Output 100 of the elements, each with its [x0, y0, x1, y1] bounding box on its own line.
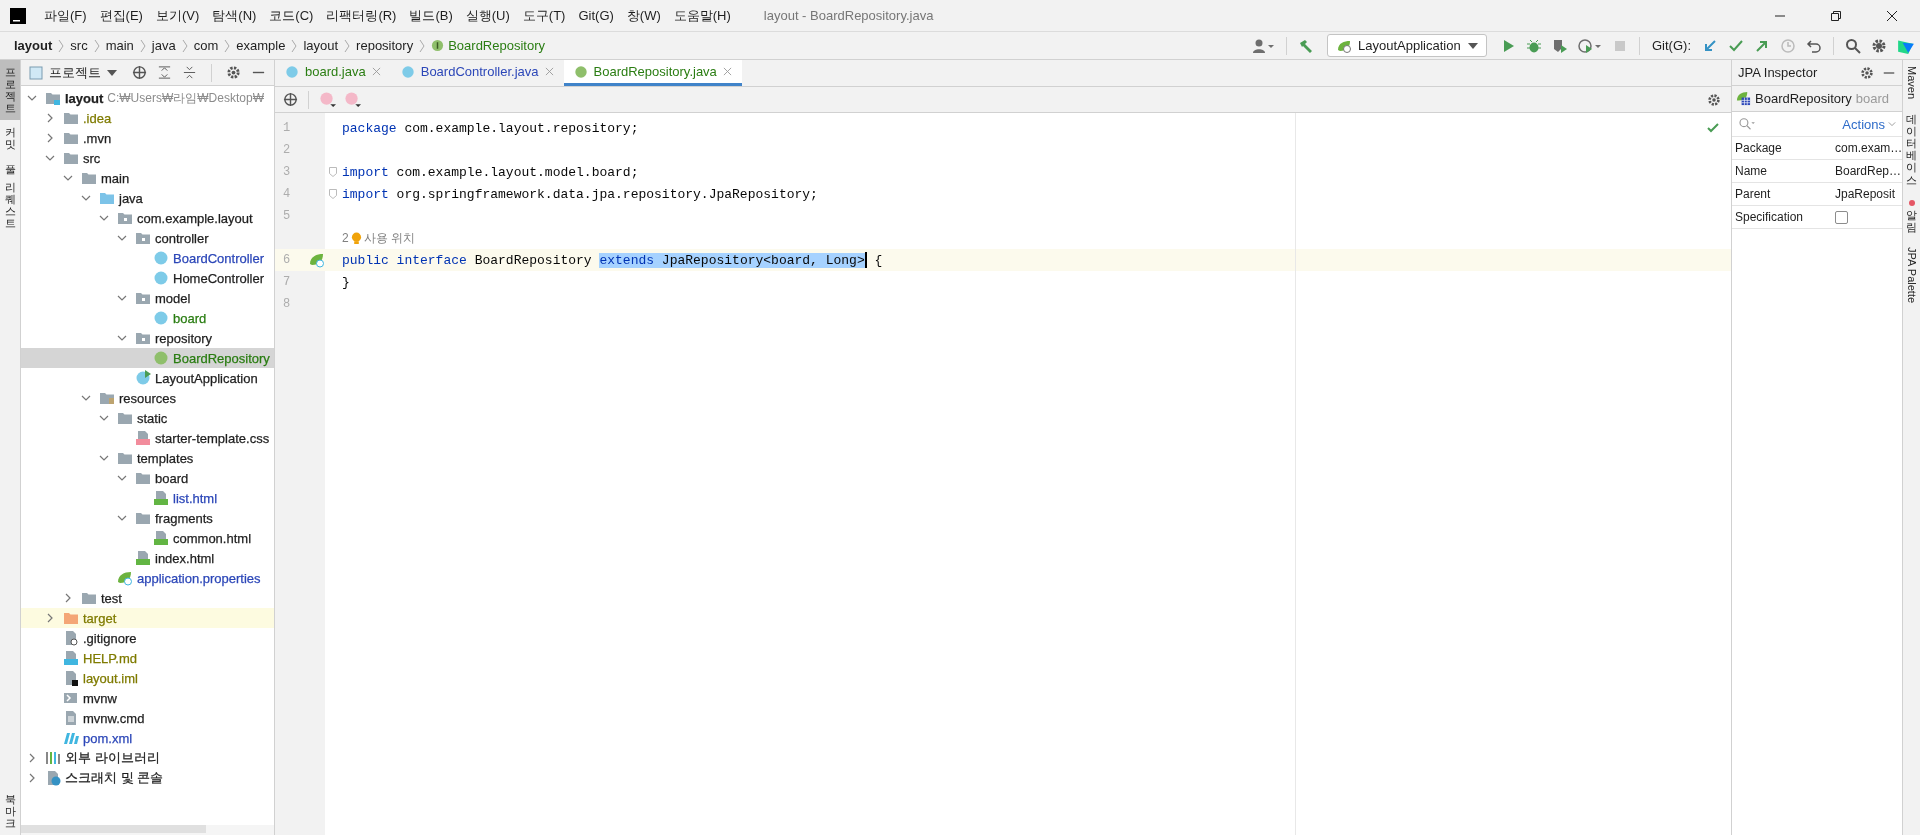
menu-item[interactable]: 창(W)	[626, 6, 661, 25]
chevron-down-icon[interactable]	[117, 513, 127, 523]
query-filter-icon[interactable]	[344, 91, 361, 108]
tool-window-button[interactable]: JPA Palette	[1905, 246, 1918, 303]
tree-item[interactable]: pom.xml	[21, 728, 274, 748]
tree-item[interactable]: static	[21, 408, 274, 428]
tree-item[interactable]: board	[21, 308, 274, 328]
tree-item[interactable]: java	[21, 188, 274, 208]
menu-item[interactable]: 보기(V)	[155, 6, 200, 25]
tree-item[interactable]: .gitignore	[21, 628, 274, 648]
editor-tab[interactable]: BoardController.java	[390, 60, 564, 86]
tree-item[interactable]: templates	[21, 448, 274, 468]
tree-item[interactable]: layout C:₩Users₩라임₩Desktop₩	[21, 88, 274, 108]
chevron-down-icon[interactable]	[117, 333, 127, 343]
breadcrumb-item[interactable]: layout	[10, 38, 57, 53]
tree-item[interactable]: .mvn	[21, 128, 274, 148]
menu-item[interactable]: 빌드(B)	[409, 6, 453, 25]
tool-window-button[interactable]: 북마크	[0, 786, 20, 835]
tree-item[interactable]: target	[21, 608, 274, 628]
settings-icon[interactable]	[1860, 65, 1874, 80]
tree-item[interactable]: HELP.md	[21, 648, 274, 668]
menu-item[interactable]: Git(G)	[578, 8, 614, 23]
panel-title[interactable]: 프로젝트	[49, 63, 101, 82]
chevron-down-icon[interactable]	[117, 293, 127, 303]
tree-item[interactable]: BoardRepository	[21, 348, 274, 368]
method-filter-icon[interactable]	[319, 91, 336, 108]
caret-icon[interactable]	[107, 69, 117, 76]
locate-icon[interactable]	[283, 92, 298, 107]
fold-marker-icon[interactable]	[329, 167, 337, 177]
tool-window-button[interactable]: 커밋	[0, 120, 20, 157]
locate-icon[interactable]	[132, 65, 147, 80]
collapse-all-icon[interactable]	[182, 65, 197, 80]
bug-icon[interactable]	[1526, 37, 1542, 54]
tree-item[interactable]: com.example.layout	[21, 208, 274, 228]
tree-item[interactable]: resources	[21, 388, 274, 408]
tool-window-button[interactable]: Maven	[1905, 66, 1918, 100]
settings-icon[interactable]	[1707, 92, 1721, 107]
close-icon[interactable]	[1886, 9, 1898, 22]
scrollbar-thumb[interactable]	[21, 825, 206, 833]
undo-icon[interactable]	[1806, 37, 1822, 54]
tree-item[interactable]: BoardController	[21, 248, 274, 268]
usage-count[interactable]: 2	[342, 231, 349, 245]
breadcrumb-item[interactable]: repository	[352, 38, 418, 53]
tree-item[interactable]: layout.iml	[21, 668, 274, 688]
tree-item[interactable]: 외부 라이브러리	[21, 748, 274, 768]
tree-item[interactable]: list.html	[21, 488, 274, 508]
checkbox[interactable]	[1835, 210, 1848, 224]
menu-item[interactable]: 도움말(H)	[673, 6, 731, 25]
update-arrow-icon[interactable]	[1702, 37, 1718, 54]
breadcrumb-item[interactable]: main	[101, 38, 138, 53]
editor-tab[interactable]: BoardRepository.java	[563, 60, 742, 86]
run-configuration-dropdown[interactable]: LayoutApplication	[1327, 34, 1487, 57]
fold-marker-icon[interactable]	[329, 189, 337, 199]
tree-item[interactable]: repository	[21, 328, 274, 348]
breadcrumb-item[interactable]: java	[147, 38, 180, 53]
tree-item[interactable]: fragments	[21, 508, 274, 528]
tree-item[interactable]: board	[21, 468, 274, 488]
tree-item[interactable]: common.html	[21, 528, 274, 548]
tree-item[interactable]: mvnw.cmd	[21, 708, 274, 728]
tree-item[interactable]: LayoutApplication	[21, 368, 274, 388]
user-icon[interactable]	[1253, 37, 1275, 54]
settings-icon[interactable]	[226, 65, 241, 80]
restore-icon[interactable]	[1830, 9, 1842, 22]
tool-window-button[interactable]: 풀 리퀘스트	[0, 156, 20, 236]
tree-item[interactable]: src	[21, 148, 274, 168]
menu-item[interactable]: 파일(F)	[44, 6, 87, 25]
menu-item[interactable]: 탐색(N)	[212, 6, 257, 25]
actions-link[interactable]: Actions	[1842, 116, 1885, 132]
menu-item[interactable]: 코드(C)	[269, 6, 314, 25]
tree-item[interactable]: 스크래치 및 콘솔	[21, 768, 274, 788]
expand-all-icon[interactable]	[157, 65, 172, 80]
breadcrumb-item[interactable]: example	[232, 38, 290, 53]
tool-window-button[interactable]: 프로젝트	[0, 60, 20, 121]
chevron-down-icon[interactable]	[27, 93, 37, 103]
breadcrumb-item[interactable]: BoardRepository	[427, 38, 549, 53]
menu-item[interactable]: 편집(E)	[99, 6, 143, 25]
tree-item[interactable]: starter-template.css	[21, 428, 274, 448]
usage-hint[interactable]: 사용 위치	[363, 229, 416, 247]
menu-item[interactable]: 실행(U)	[465, 6, 510, 25]
leaf-icon[interactable]	[309, 252, 325, 268]
editor-tab[interactable]: board.java	[275, 60, 391, 86]
tree-item[interactable]: test	[21, 588, 274, 608]
tree-item[interactable]: index.html	[21, 548, 274, 568]
profiler-icon[interactable]	[1578, 37, 1602, 54]
breadcrumb-item[interactable]: src	[66, 38, 92, 53]
menu-item[interactable]: 도구(T)	[522, 6, 566, 25]
tree-item[interactable]: main	[21, 168, 274, 188]
settings-icon[interactable]	[1871, 37, 1887, 54]
tree-item[interactable]: controller	[21, 228, 274, 248]
tree-item[interactable]: application.properties	[21, 568, 274, 588]
tree-item[interactable]: .idea	[21, 108, 274, 128]
breadcrumb-item[interactable]: layout	[299, 38, 343, 53]
hammer-icon[interactable]	[1298, 37, 1314, 54]
tool-window-button[interactable]: 데이터베이스	[1906, 113, 1917, 186]
breadcrumb-item[interactable]: com	[189, 38, 223, 53]
tree-item[interactable]: model	[21, 288, 274, 308]
tool-window-button[interactable]: 알림	[1906, 199, 1917, 233]
search-icon[interactable]	[1845, 37, 1861, 54]
coverage-icon[interactable]	[1552, 37, 1568, 54]
tree-item[interactable]: mvnw	[21, 688, 274, 708]
